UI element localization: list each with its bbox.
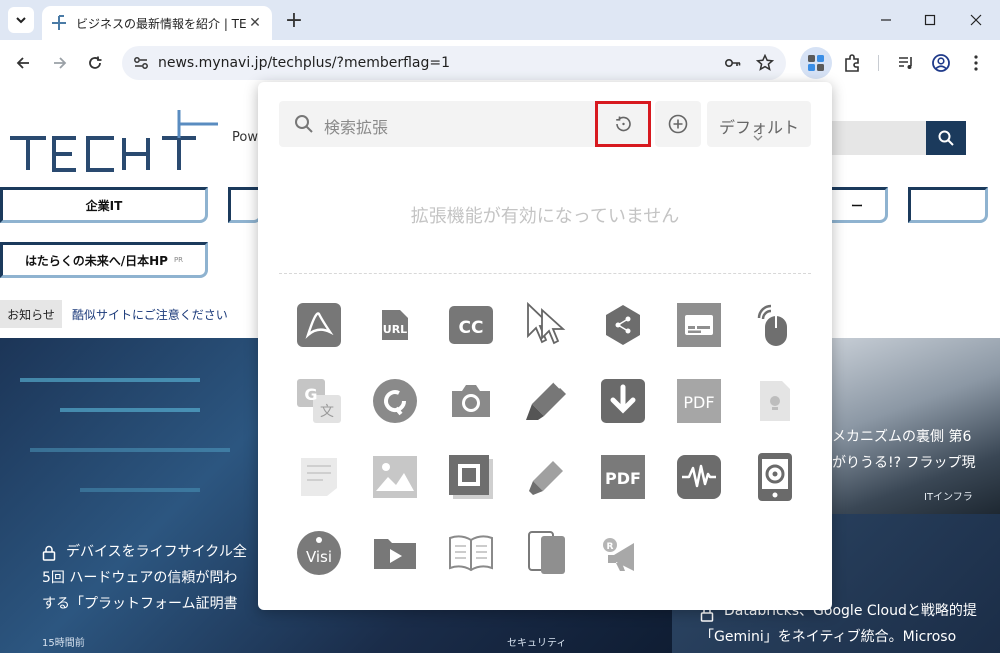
notes-icon[interactable] <box>294 452 344 502</box>
password-key-icon[interactable] <box>722 52 744 74</box>
phone-device-icon[interactable] <box>750 452 800 502</box>
svg-text:CC: CC <box>459 318 484 338</box>
svg-text:文: 文 <box>320 404 334 420</box>
tab-strip: ビジネスの最新情報を紹介 | TECH+ ✕ + <box>0 0 1000 40</box>
extension-manager-popup: 検索拡張 デフォルト 拡張機能が有効になっていません URL CC G 文 PD… <box>258 82 832 610</box>
book-reader-icon[interactable] <box>446 528 496 578</box>
window-frame-icon[interactable] <box>446 452 496 502</box>
dual-screen-icon[interactable] <box>522 528 572 578</box>
history-button[interactable] <box>595 101 651 147</box>
window-close-icon[interactable] <box>964 8 988 32</box>
nav-hp-future-of-work[interactable]: はたらくの未来へ/日本HP PR <box>0 242 208 278</box>
menu-kebab-icon[interactable] <box>962 49 990 77</box>
techplus-favicon-icon <box>50 14 68 32</box>
svg-text:G: G <box>304 385 317 404</box>
lock-icon <box>42 545 56 561</box>
marker-pen-icon[interactable] <box>522 452 572 502</box>
tab-close-icon[interactable]: ✕ <box>246 14 264 32</box>
forward-arrow-icon[interactable] <box>46 49 74 77</box>
media-controls-icon[interactable] <box>892 49 920 77</box>
google-translate-icon[interactable]: G文 <box>294 376 344 426</box>
share-hexagon-icon[interactable] <box>598 300 648 350</box>
popup-divider <box>279 273 811 274</box>
visi-logo-icon[interactable]: Visi <box>294 528 344 578</box>
audio-wave-icon[interactable] <box>674 452 724 502</box>
minimize-icon[interactable] <box>874 8 898 32</box>
hero-article-right[interactable]: メカニズムの裏側 第6 がりうる!? フラップ現 ITインフラ <box>832 338 1000 514</box>
image-icon[interactable] <box>370 452 420 502</box>
reload-icon[interactable] <box>81 49 109 77</box>
cursor-arrows-icon[interactable] <box>522 300 572 350</box>
hero-right-category: ITインフラ <box>924 492 973 503</box>
techplus-logo[interactable] <box>6 106 221 174</box>
history-icon <box>616 116 631 132</box>
svg-text:PDF: PDF <box>605 469 641 488</box>
svg-text:Visi: Visi <box>306 548 332 566</box>
nav-button-partial[interactable] <box>228 187 262 223</box>
add-group-button[interactable] <box>655 101 701 147</box>
mouse-gesture-icon[interactable] <box>750 300 800 350</box>
camera-icon[interactable] <box>446 376 496 426</box>
highlighter-icon[interactable] <box>522 376 572 426</box>
plus-circle-icon <box>668 114 688 134</box>
chevron-down-icon <box>753 135 763 141</box>
closed-caption-icon[interactable]: CC <box>446 300 496 350</box>
extension-search-input[interactable]: 検索拡張 <box>279 101 595 147</box>
browser-toolbar: news.mynavi.jp/techplus/?memberflag=1 <box>0 40 1000 86</box>
profile-avatar-icon[interactable] <box>927 49 955 77</box>
hero-right-title-line1: メカニズムの裏側 第6 <box>832 429 972 445</box>
active-tab[interactable]: ビジネスの最新情報を紹介 | TECH+ ✕ <box>42 6 272 40</box>
pr-badge: PR <box>173 256 184 264</box>
refresh-circle-icon[interactable] <box>370 376 420 426</box>
tab-search-button[interactable] <box>8 7 34 33</box>
extension-manager-button[interactable] <box>800 47 832 79</box>
document-bulb-icon[interactable] <box>750 376 800 426</box>
subtitles-icon[interactable] <box>674 300 724 350</box>
powered-by-text: Pow <box>232 130 258 145</box>
search-icon <box>295 115 313 133</box>
hero-right2-title-line2: 「Gemini」をネイティブ統合。Microso <box>700 629 957 645</box>
back-arrow-icon[interactable] <box>9 49 37 77</box>
hero-left-title-line3: する「プラットフォーム証明書 <box>42 596 238 612</box>
hero-left-title-line2: 5回 ハードウェアの信頼が問わ <box>42 570 238 586</box>
hero-left-title-line1: デバイスをライフサイクル全 <box>66 544 247 560</box>
bookmark-star-icon[interactable] <box>754 52 776 74</box>
svg-text:URL: URL <box>383 323 407 336</box>
pdf-tile-icon[interactable]: PDF <box>674 376 724 426</box>
svg-text:R: R <box>607 542 614 552</box>
url-text: news.mynavi.jp/techplus/?memberflag=1 <box>158 55 451 71</box>
site-search-button[interactable] <box>926 121 966 155</box>
new-tab-button[interactable]: + <box>282 8 306 33</box>
group-select-dropdown[interactable]: デフォルト <box>707 101 811 147</box>
toolbar-separator <box>878 55 879 71</box>
pdf-box-icon[interactable]: PDF <box>598 452 648 502</box>
search-icon <box>938 130 954 146</box>
notice-label: お知らせ <box>0 300 62 328</box>
chevron-down-icon <box>16 17 26 24</box>
extension-grid-icon <box>808 55 824 71</box>
extensions-puzzle-icon[interactable] <box>838 49 866 77</box>
extension-search-placeholder: 検索拡張 <box>324 118 389 137</box>
video-folder-icon[interactable] <box>370 528 420 578</box>
svg-text:PDF: PDF <box>683 393 714 412</box>
site-search-input[interactable] <box>820 121 926 155</box>
url-shortener-icon[interactable]: URL <box>370 300 420 350</box>
download-arrow-icon[interactable] <box>598 376 648 426</box>
pdf-acrobat-icon[interactable] <box>294 300 344 350</box>
hero-left-category: セキュリティ <box>507 638 567 649</box>
tab-title: ビジネスの最新情報を紹介 | TECH+ <box>76 16 246 31</box>
hero-right-title-line2: がりうる!? フラップ現 <box>832 455 976 471</box>
hero-left-time: 15時間前 <box>42 638 85 649</box>
nav-button-right-edge[interactable] <box>908 187 988 223</box>
nav-button-right-partial[interactable]: ー <box>826 187 888 223</box>
nav-enterprise-it[interactable]: 企業IT <box>0 187 208 223</box>
empty-state-message: 拡張機能が有効になっていません <box>410 206 680 227</box>
maximize-icon[interactable] <box>918 8 942 32</box>
site-info-icon[interactable] <box>130 52 152 74</box>
megaphone-icon[interactable]: R <box>598 528 648 578</box>
notice-link[interactable]: 酷似サイトにご注意ください <box>72 306 228 323</box>
address-bar[interactable]: news.mynavi.jp/techplus/?memberflag=1 <box>122 46 786 80</box>
